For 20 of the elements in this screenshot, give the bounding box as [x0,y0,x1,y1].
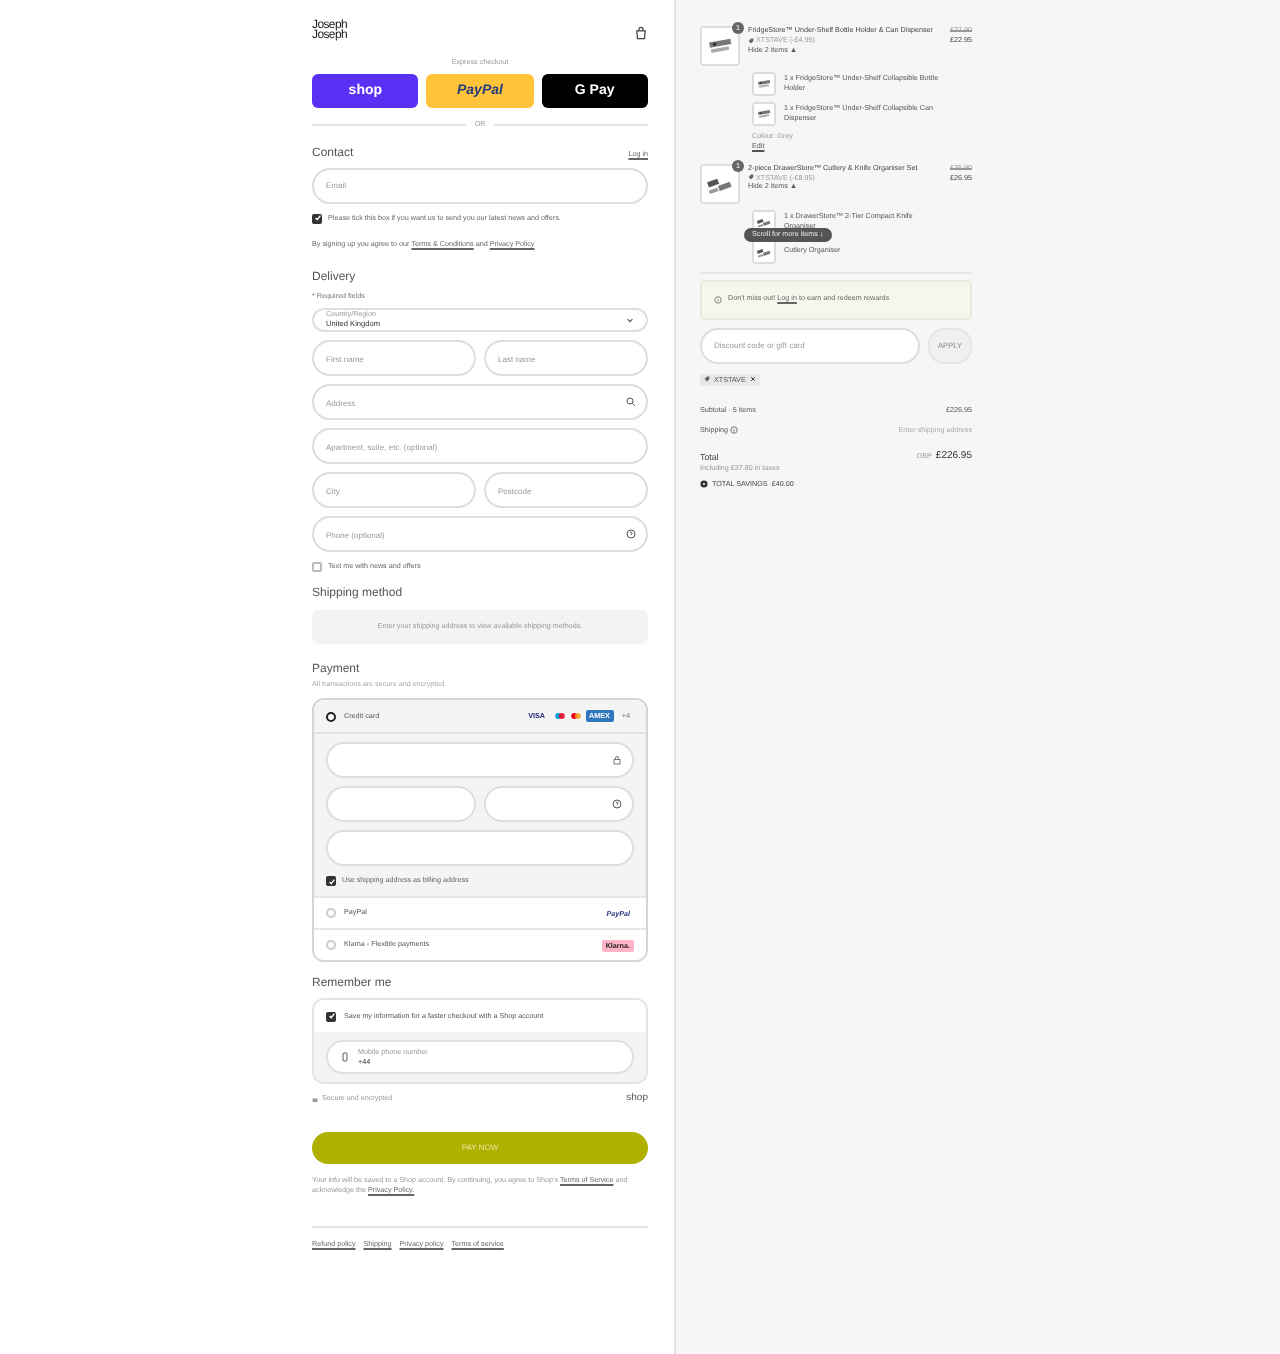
info-icon [714,295,722,304]
help-icon [626,529,636,540]
phone-icon [340,1052,350,1063]
mastercard-logo-icon [569,710,581,723]
help-icon [730,425,738,434]
maestro-logo-icon [553,710,565,723]
radio-button[interactable] [326,711,336,722]
tag-icon [704,376,710,383]
input-field[interactable] [326,830,634,867]
help-icon [612,799,622,810]
close-icon [749,376,756,383]
search-icon [626,397,636,408]
input-field[interactable] [326,742,634,779]
checkbox[interactable] [312,562,322,573]
savings-tag-icon [700,480,708,489]
input-field[interactable] [326,786,476,823]
tag-icon [748,37,754,44]
shopping-bag-icon [634,25,648,39]
tag-icon [748,174,754,181]
input-field[interactable] [484,786,634,823]
